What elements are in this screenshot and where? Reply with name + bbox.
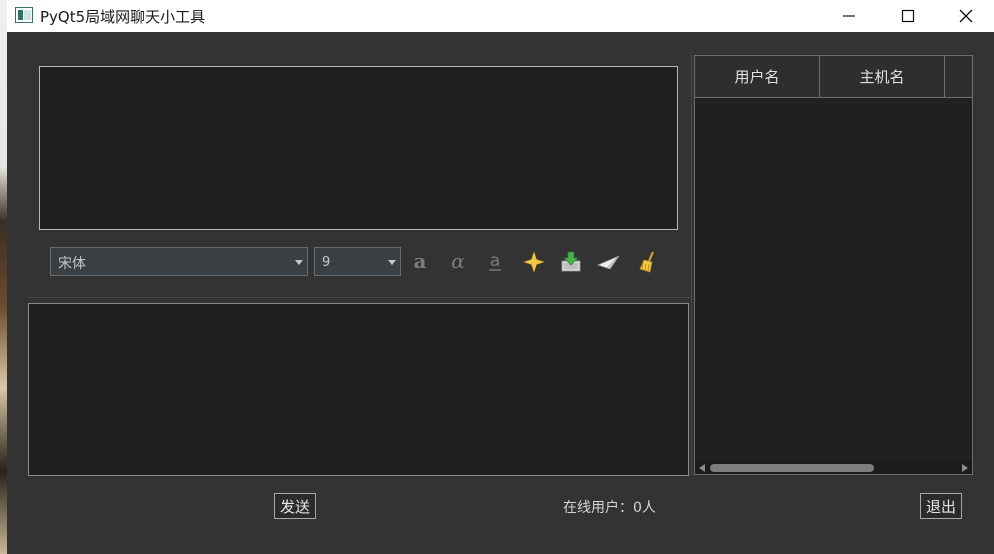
vertical-splitter-handle[interactable] — [691, 55, 693, 475]
font-family-combo[interactable]: 宋体 — [50, 247, 308, 276]
underline-button[interactable]: a — [480, 247, 510, 276]
scroll-right-icon[interactable] — [962, 464, 968, 472]
online-users-label: 在线用户：0人 — [563, 500, 656, 516]
close-button[interactable] — [936, 0, 994, 32]
send-button[interactable]: 发送 — [274, 493, 316, 519]
text-color-button[interactable] — [519, 247, 549, 276]
dropdown-arrow-icon — [388, 260, 396, 265]
bold-button[interactable]: a — [405, 247, 435, 276]
save-chat-button[interactable] — [556, 247, 586, 276]
scroll-left-icon[interactable] — [699, 464, 705, 472]
table-header: 用户名 主机名 — [695, 56, 972, 98]
svg-text:a: a — [490, 251, 500, 271]
svg-text:α: α — [451, 251, 465, 273]
minimize-icon — [843, 15, 855, 17]
font-size-value: 9 — [322, 255, 331, 270]
desktop-background — [0, 0, 7, 554]
message-input[interactable] — [28, 303, 689, 476]
window-title: PyQt5局域网聊天小工具 — [40, 8, 206, 26]
maximize-button[interactable] — [878, 0, 938, 32]
scrollbar-thumb[interactable] — [710, 464, 874, 472]
chat-window: PyQt5局域网聊天小工具 宋体 9 a α a 用户名 主机名 发送 在线用户… — [7, 0, 994, 554]
svg-text:a: a — [414, 251, 427, 273]
sparkle-color-icon — [523, 250, 545, 273]
font-size-combo[interactable]: 9 — [314, 247, 401, 276]
column-header-username[interactable]: 用户名 — [695, 56, 820, 97]
column-header-extra[interactable] — [945, 56, 972, 97]
horizontal-scrollbar[interactable] — [695, 461, 972, 474]
save-download-icon — [561, 251, 581, 271]
message-display[interactable] — [39, 66, 678, 230]
column-header-hostname[interactable]: 主机名 — [820, 56, 945, 97]
dropdown-arrow-icon — [295, 260, 303, 265]
user-table[interactable]: 用户名 主机名 — [694, 55, 973, 475]
font-family-value: 宋体 — [58, 256, 86, 272]
broom-icon — [639, 251, 654, 273]
bold-icon: a — [414, 251, 427, 273]
paper-plane-icon — [597, 255, 620, 269]
send-file-button[interactable] — [594, 247, 624, 276]
app-icon — [15, 7, 33, 23]
maximize-icon — [901, 9, 915, 23]
exit-button[interactable]: 退出 — [920, 493, 962, 519]
italic-button[interactable]: α — [443, 247, 473, 276]
minimize-button[interactable] — [819, 0, 879, 32]
close-icon — [959, 9, 973, 23]
italic-icon: α — [451, 251, 465, 273]
title-bar[interactable]: PyQt5局域网聊天小工具 — [7, 0, 994, 32]
clear-button[interactable] — [633, 247, 663, 276]
splitter-handle[interactable] — [28, 297, 689, 299]
underline-icon: a — [489, 251, 501, 271]
